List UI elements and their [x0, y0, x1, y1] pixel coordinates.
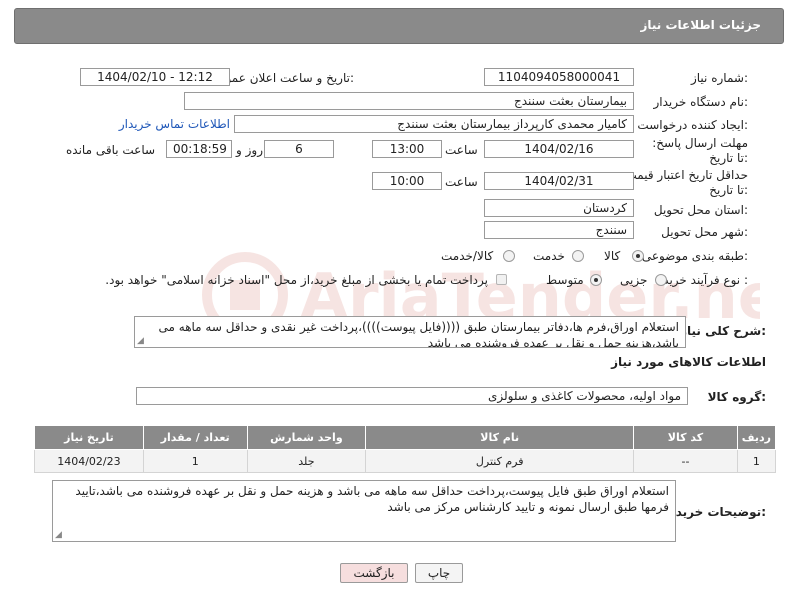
days-count-field: 6 [264, 140, 334, 158]
announce-date-label: تاریخ و ساعت اعلان عمومی: [209, 71, 354, 85]
buyer-notes-text: استعلام اوراق طبق فایل پیوست،پرداخت حداق… [75, 484, 669, 514]
page-header: جزئیات اطلاعات نیاز [14, 8, 784, 44]
remaining-label: ساعت باقی مانده [66, 143, 156, 157]
need-number-field: 1104094058000041 [484, 68, 634, 86]
category-goods-radio[interactable] [632, 250, 644, 262]
cell-unit: جلد [246, 449, 367, 473]
buyer-notes-label: توضیحات خریدار: [664, 505, 766, 519]
back-button[interactable]: بازگشت [340, 563, 408, 583]
buyer-notes-textarea[interactable]: استعلام اوراق طبق فایل پیوست،پرداخت حداق… [52, 480, 676, 542]
requester-field: کامیار محمدی کارپرداز بیمارستان بعثت سنن… [234, 115, 634, 133]
page-title: جزئیات اطلاعات نیاز [640, 18, 761, 32]
process-label: نوع فرآیند خرید : [663, 273, 748, 287]
col-qty: تعداد / مقدار [142, 425, 248, 450]
validity-time-field: 10:00 [372, 172, 442, 190]
goods-table: ردیف کد کالا نام کالا واحد شمارش تعداد /… [34, 425, 777, 473]
col-unit: واحد شمارش [246, 425, 367, 450]
cell-date: 1404/02/23 [34, 449, 144, 473]
goods-group-label: گروه کالا: [707, 390, 766, 404]
requester-label: ایجاد کننده درخواست: [637, 118, 748, 132]
cell-row: 1 [736, 449, 777, 473]
col-row: ردیف [736, 425, 777, 450]
category-service-label: خدمت [533, 249, 565, 263]
need-number-label: شماره نیاز: [690, 71, 748, 85]
table-row: 1 -- فرم کنترل جلد 1 1404/02/23 [34, 449, 777, 473]
treasury-payment-note: پرداخت تمام یا بخشی از مبلغ خرید،از محل … [105, 273, 488, 287]
city-field: سنندج [484, 221, 634, 239]
deadline-label: مهلت ارسال پاسخ: تا تاریخ: [652, 136, 748, 165]
resize-handle-icon[interactable]: ◢ [55, 531, 62, 540]
process-medium-radio[interactable] [590, 274, 602, 286]
description-textarea[interactable]: استعلام اوراق،فرم ها،دفاتر بیمارستان طبق… [134, 316, 686, 348]
validity-date-field: 1404/02/31 [484, 172, 634, 190]
remaining-time-field: 00:18:59 [166, 140, 232, 158]
deadline-date-field: 1404/02/16 [484, 140, 634, 158]
buyer-org-label: نام دستگاه خریدار: [653, 95, 749, 109]
print-button[interactable]: چاپ [415, 563, 463, 583]
category-goods-service-radio[interactable] [503, 250, 515, 262]
treasury-payment-checkbox[interactable] [496, 274, 507, 285]
province-label: استان محل تحویل: [653, 203, 748, 217]
buyer-contact-link[interactable]: اطلاعات تماس خریدار [119, 117, 230, 131]
resize-handle-icon[interactable]: ◢ [137, 337, 144, 346]
announce-date-field: 1404/02/10 - 12:12 [80, 68, 230, 86]
col-code: کد کالا [633, 425, 738, 450]
goods-group-field: مواد اولیه، محصولات کاغذی و سلولزی [136, 387, 688, 405]
description-label: شرح کلی نیاز: [680, 324, 766, 338]
goods-table-header: ردیف کد کالا نام کالا واحد شمارش تعداد /… [34, 425, 777, 450]
cell-code: -- [633, 449, 738, 473]
deadline-time-label: ساعت [445, 143, 478, 157]
description-text: استعلام اوراق،فرم ها،دفاتر بیمارستان طبق… [158, 320, 679, 348]
cell-qty: 1 [142, 449, 248, 473]
category-goods-service-label: کالا/خدمت [441, 249, 494, 263]
category-service-radio[interactable] [572, 250, 584, 262]
validity-time-label: ساعت [445, 175, 478, 189]
process-minor-label: جزیی [620, 273, 648, 287]
goods-section-title: اطلاعات کالاهای مورد نیاز [611, 355, 766, 369]
category-label: طبقه بندی موضوعی: [641, 249, 748, 263]
province-field: کردستان [484, 199, 634, 217]
deadline-time-field: 13:00 [372, 140, 442, 158]
buyer-org-field: بیمارستان بعثت سنندج [184, 92, 634, 110]
validity-label: حداقل تاریخ اعتبار قیمت: تا تاریخ: [621, 168, 748, 197]
process-minor-radio[interactable] [655, 274, 667, 286]
days-label: روز و [236, 143, 263, 157]
category-goods-label: کالا [604, 249, 621, 263]
col-date: تاریخ نیاز [34, 425, 144, 450]
city-label: شهر محل تحویل: [661, 225, 748, 239]
col-name: نام کالا [365, 425, 635, 450]
process-medium-label: متوسط [546, 273, 584, 287]
need-details-page: AriaTender.net جزئیات اطلاعات نیاز شماره… [0, 0, 788, 598]
cell-name: فرم کنترل [365, 449, 635, 473]
